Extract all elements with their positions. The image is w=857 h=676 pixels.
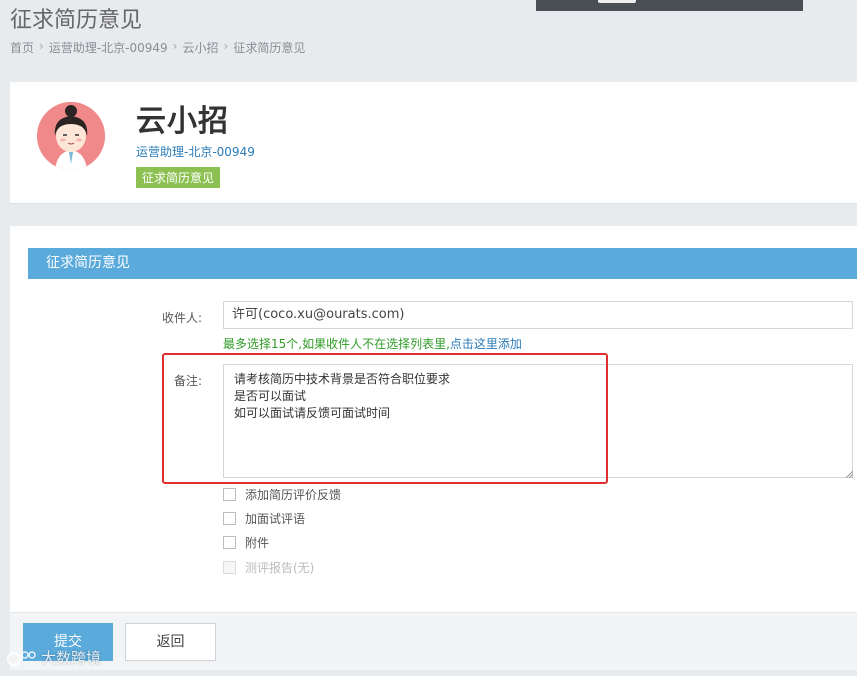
breadcrumb: 首页 › 运营助理-北京-00949 › 云小招 › 征求简历意见 <box>10 39 305 56</box>
top-toolbar <box>536 0 803 11</box>
job-link[interactable]: 运营助理-北京-00949 <box>136 143 255 160</box>
breadcrumb-candidate[interactable]: 云小招 <box>182 39 218 56</box>
option-resume-feedback[interactable]: 添加简历评价反馈 <box>223 486 341 503</box>
option-attachment[interactable]: 附件 <box>223 534 269 551</box>
chevron-right-icon: › <box>172 39 178 53</box>
watermark: 大数跨境 <box>7 647 101 668</box>
recipient-input[interactable]: 许可(coco.xu@ourats.com) <box>223 301 853 329</box>
recipient-hint: 最多选择15个,如果收件人不在选择列表里,点击这里添加 <box>223 335 522 352</box>
checkbox <box>223 561 236 574</box>
avatar <box>37 102 105 170</box>
resume-feedback-form: 征求简历意见 收件人: 许可(coco.xu@ourats.com) 最多选择1… <box>10 226 857 612</box>
option-label: 添加简历评价反馈 <box>245 488 342 502</box>
remark-textarea[interactable]: 请考核简历中技术背景是否符合职位要求 是否可以面试 如可以面试请反馈可面试时间 <box>223 364 853 478</box>
breadcrumb-job[interactable]: 运营助理-北京-00949 <box>49 39 168 56</box>
recipient-label: 收件人: <box>161 311 202 325</box>
page-title: 征求简历意见 <box>10 8 143 33</box>
checkbox[interactable] <box>223 536 236 549</box>
toolbar-button[interactable] <box>598 0 636 3</box>
back-button[interactable]: 返回 <box>125 623 216 661</box>
breadcrumb-home[interactable]: 首页 <box>10 39 34 56</box>
option-assessment-report: 测评报告(无) <box>223 559 314 576</box>
resize-grip-icon[interactable] <box>845 470 853 478</box>
add-recipient-link[interactable]: 点击这里添加 <box>450 337 522 351</box>
option-label: 测评报告(无) <box>245 561 315 575</box>
section-header: 征求简历意见 <box>28 248 857 279</box>
option-label: 加面试评语 <box>245 512 306 526</box>
hint-text: 最多选择15个,如果收件人不在选择列表里, <box>223 337 450 351</box>
watermark-text: 大数跨境 <box>41 649 102 667</box>
option-interview-comment[interactable]: 加面试评语 <box>223 510 305 527</box>
breadcrumb-current: 征求简历意见 <box>233 41 306 55</box>
chevron-right-icon: › <box>39 39 44 53</box>
checkbox[interactable] <box>223 488 236 501</box>
candidate-name: 云小招 <box>136 104 229 139</box>
remark-label: 备注: <box>173 374 202 388</box>
profile-card: 云小招 运营助理-北京-00949 征求简历意见 <box>10 82 857 204</box>
form-actions: 提交 返回 <box>10 612 857 670</box>
checkbox[interactable] <box>223 512 236 525</box>
watermark-logo-icon <box>7 650 36 666</box>
option-label: 附件 <box>245 536 270 550</box>
status-badge: 征求简历意见 <box>136 167 221 188</box>
chevron-right-icon: › <box>223 39 229 53</box>
